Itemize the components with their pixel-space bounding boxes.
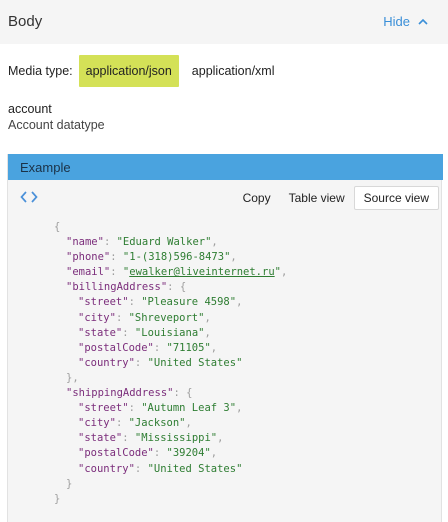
email-link[interactable]: ewalker@liveinternet.ru [129, 266, 274, 278]
json-line: "city": "Shreveport", [78, 311, 211, 324]
chevron-up-icon [418, 18, 428, 25]
hide-toggle[interactable]: Hide [383, 14, 428, 29]
json-value: "Jackson" [128, 417, 186, 430]
json-value: "71105" [166, 341, 211, 354]
json-line: "state": "Mississippi", [78, 432, 224, 445]
json-line: "phone": "1-(318)596-8473", [66, 251, 237, 264]
datatype-name: account [8, 102, 52, 116]
example-toolbar: Copy Table view Source view [234, 186, 441, 210]
json-line: "name": "Eduard Walker", [66, 236, 218, 249]
json-value: "Shreveport" [128, 311, 205, 324]
json-key: "street" [78, 296, 129, 309]
json-value: "United States" [147, 356, 243, 369]
json-key: "street" [78, 402, 129, 415]
body-section-header: Body Hide [0, 0, 448, 44]
json-source-view: { "name": "Eduard Walker", "phone": "1-(31… [8, 220, 443, 507]
json-line: } [66, 477, 73, 490]
json-key: "billingAddress" [66, 281, 168, 294]
json-key: "state" [78, 432, 123, 445]
json-value: "Autumn Leaf 3" [141, 402, 237, 415]
media-type-label: Media type: [8, 64, 73, 78]
json-line: { [54, 221, 61, 233]
json-key: "postalCode" [78, 341, 154, 354]
json-value: "Pleasure 4598" [141, 296, 237, 309]
json-line: "billingAddress": { [66, 281, 187, 294]
json-key: "city" [78, 417, 116, 430]
table-view-button[interactable]: Table view [280, 186, 354, 210]
json-line: "state": "Louisiana", [78, 326, 211, 339]
json-key: "name" [66, 236, 104, 249]
example-header: Example [8, 154, 443, 180]
example-title: Example [20, 160, 71, 175]
json-value: "Louisiana" [134, 326, 205, 339]
json-key: "shippingAddress" [66, 387, 174, 400]
example-panel: Example Copy Table view Source view { "na… [7, 154, 443, 522]
json-key: "state" [78, 326, 123, 339]
json-line: }, [66, 371, 79, 384]
json-value: "1-(318)596-8473" [122, 251, 231, 264]
json-value: "United States" [147, 462, 243, 475]
json-line: "postalCode": "71105", [78, 341, 218, 354]
hide-label: Hide [383, 14, 410, 29]
json-key: "postalCode" [78, 447, 154, 460]
json-line: "country": "United States" [78, 356, 243, 369]
source-view-button[interactable]: Source view [353, 186, 439, 210]
json-line: "email": "ewalker@liveinternet.ru", [66, 266, 288, 279]
body-section-title: Body [8, 13, 43, 30]
json-line: } [54, 492, 61, 505]
copy-button[interactable]: Copy [234, 186, 280, 210]
json-line: "city": "Jackson", [78, 417, 192, 430]
json-key: "city" [78, 311, 116, 324]
media-type-row: Media type: application/json application… [8, 55, 281, 87]
json-line: "shippingAddress": { [66, 387, 193, 400]
json-key: "country" [78, 462, 135, 475]
json-value: "Mississippi" [134, 432, 218, 445]
code-brackets-icon[interactable] [20, 190, 38, 204]
json-line: "street": "Pleasure 4598", [78, 296, 243, 309]
json-line: "postalCode": "39204", [78, 447, 218, 460]
json-key: "phone" [66, 251, 111, 264]
json-value: "39204" [166, 447, 211, 460]
datatype-description: Account datatype [8, 118, 105, 132]
media-option-json[interactable]: application/json [78, 55, 179, 87]
json-value: "Eduard Walker" [116, 236, 212, 249]
json-line: "country": "United States" [78, 462, 243, 475]
json-key: "email" [66, 266, 111, 279]
json-line: "street": "Autumn Leaf 3", [78, 402, 243, 415]
media-option-xml[interactable]: application/xml [185, 55, 282, 87]
json-key: "country" [78, 356, 135, 369]
